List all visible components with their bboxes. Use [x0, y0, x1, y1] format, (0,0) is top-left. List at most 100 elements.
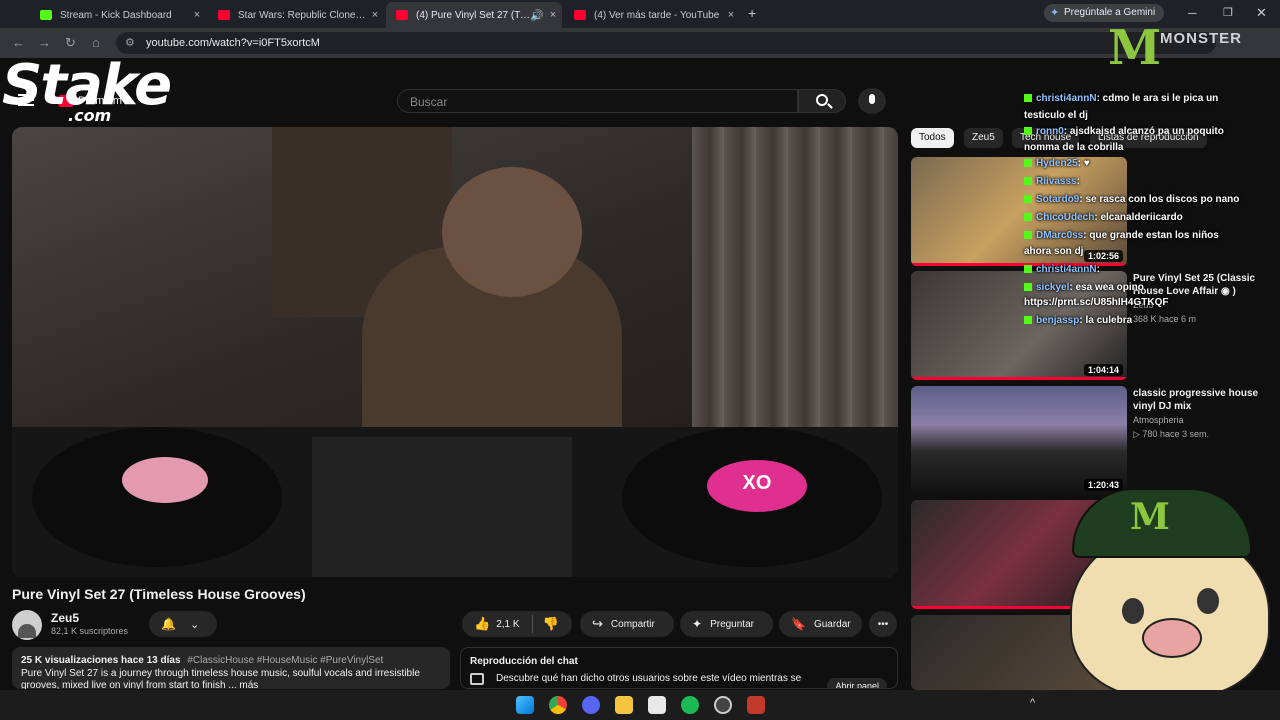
kick-badge-icon [1024, 177, 1032, 186]
chat-message: ronn0: ajsdkajsd alcanzó pa un poquito [1024, 126, 1224, 137]
voice-search-button[interactable] [858, 88, 886, 114]
recommendation-title[interactable]: classic progressive house vinyl DJ mix [1133, 387, 1263, 413]
close-icon[interactable]: × [544, 9, 562, 21]
kick-badge-icon [1024, 127, 1032, 136]
dislike-button[interactable]: 👎 [543, 616, 559, 632]
video-player[interactable]: XO [12, 127, 898, 577]
channel-name[interactable]: Zeu5 [51, 611, 79, 625]
more-actions-button[interactable]: ••• [869, 611, 897, 637]
app-icon[interactable] [714, 696, 732, 714]
ask-button[interactable]: ✦ Preguntar [680, 611, 773, 637]
subscriber-count: 82,1 K suscriptores [51, 626, 129, 636]
chevron-down-icon: ⌄ [189, 618, 200, 631]
system-tray-chevron-icon[interactable]: ^ [1030, 697, 1035, 709]
home-icon[interactable]: ⌂ [92, 35, 100, 50]
chat-message: DMarc0ss: que grande estan los niños [1024, 230, 1219, 241]
windows-start-icon[interactable] [516, 696, 534, 714]
chat-message: Riivasss: [1024, 176, 1080, 187]
tab-kick-dashboard[interactable]: Stream - Kick Dashboard × [30, 4, 206, 26]
kick-badge-icon [1024, 94, 1032, 103]
open-panel-button[interactable]: Abrir panel [827, 678, 887, 688]
site-info-icon[interactable]: ⚙ [125, 36, 135, 49]
search-input[interactable]: Buscar [397, 89, 798, 113]
chrome-icon[interactable] [549, 696, 567, 714]
new-tab-button[interactable]: + [748, 5, 756, 21]
monster-cap-logo-icon: M [1130, 496, 1170, 538]
hashtags[interactable]: #ClassicHouse #HouseMusic #PureVinylSet [187, 655, 383, 666]
thumbs-up-icon: 👍 [474, 616, 491, 631]
restore-button[interactable]: ❐ [1223, 6, 1233, 19]
avatar[interactable] [12, 610, 42, 640]
chat-message: nomma de la cobrilla [1024, 142, 1123, 153]
chat-text: ahora son dj [1024, 246, 1084, 257]
chat-username: DMarc0ss [1036, 230, 1084, 241]
gemini-icon: ✦ [1050, 7, 1060, 19]
monster-logo-icon: M [1108, 20, 1162, 76]
share-icon: ↪ [592, 616, 603, 631]
forward-icon[interactable]: → [38, 35, 51, 50]
stake-logo-overlay: Stake .com [2, 56, 172, 126]
view-stats: 25 K visualizaciones hace 13 días [21, 655, 181, 666]
like-button[interactable]: 👍 2,1 K [474, 616, 520, 632]
recommendation-title[interactable]: Pure Vinyl Set 25 (Classic House Love Af… [1133, 272, 1263, 298]
spotify-icon[interactable] [681, 696, 699, 714]
tab-star-wars[interactable]: Star Wars: Republic Clone Army × [208, 4, 384, 26]
back-icon[interactable]: ← [12, 35, 25, 50]
video-mixer [312, 437, 572, 577]
chat-text: : elcanalderiicardo [1094, 212, 1183, 223]
share-button[interactable]: ↪ Compartir [580, 611, 674, 637]
close-icon[interactable]: × [188, 9, 206, 21]
tab-ver-mas-tarde[interactable]: (4) Ver más tarde - YouTube × [564, 4, 740, 26]
chat-text: : se rasca con los discos po nano [1079, 194, 1240, 205]
youtube-icon [574, 10, 586, 20]
reload-icon[interactable]: ↻ [65, 35, 76, 51]
chat-username: benjassp [1036, 315, 1080, 326]
chat-text: : que grande estan los niños [1083, 230, 1219, 241]
close-icon[interactable]: × [722, 9, 740, 21]
url-field[interactable]: ⚙ youtube.com/watch?v=i0FT5xortcM [116, 32, 1216, 54]
search-button[interactable] [798, 89, 846, 113]
chat-replay-text: Descubre qué han dicho otros usuarios so… [496, 673, 802, 684]
minimize-button[interactable]: ─ [1188, 6, 1197, 20]
discord-icon[interactable] [582, 696, 600, 714]
chat-message: Hyden25: ♥ [1024, 158, 1090, 169]
chat-text: : [1096, 264, 1100, 275]
chip-zeu5[interactable]: Zeu5 [964, 128, 1003, 148]
window-close-button[interactable]: ✕ [1256, 5, 1267, 21]
chat-message: ahora son dj [1024, 246, 1083, 257]
media-app-icon[interactable] [648, 696, 666, 714]
youtube-icon [396, 10, 408, 20]
tab-pure-vinyl[interactable]: (4) Pure Vinyl Set 27 (Timele 🔊 × [386, 2, 562, 28]
chat-message: christi4annN: [1024, 264, 1100, 275]
description-more[interactable]: grooves, mixed live on vinyl from start … [21, 680, 441, 689]
chat-text: https://prnt.sc/U85hIH4GTKQF [1024, 297, 1169, 308]
video-title: Pure Vinyl Set 27 (Timeless House Groove… [12, 586, 306, 602]
chat-username: christi4annN [1036, 93, 1097, 104]
close-icon[interactable]: × [366, 9, 384, 21]
chat-text: : cdmo le ara si le pica un [1096, 93, 1219, 104]
chat-username: ChicoUdech [1036, 212, 1095, 223]
recommendation-meta: 368 K hace 6 m [1133, 314, 1197, 324]
cat-mascot-overlay: M [1052, 488, 1278, 698]
chat-message: testiculo el dj [1024, 110, 1088, 121]
kick-badge-icon [1024, 159, 1032, 168]
subscribe-bell-button[interactable]: 🔔 ⌄ [149, 611, 217, 637]
recommendation-channel[interactable]: Atmospheria [1133, 415, 1184, 425]
browser-tab-bar: Stream - Kick Dashboard × Star Wars: Rep… [0, 0, 1280, 28]
recommendation-thumbnail[interactable]: 1:20:43 [911, 386, 1127, 495]
chat-text: : esa wea opino [1069, 282, 1144, 293]
bell-icon: 🔔 [161, 617, 176, 631]
description-box[interactable]: 25 K visualizaciones hace 13 días #Class… [12, 647, 450, 689]
speaker-icon[interactable]: 🔊 [530, 9, 544, 22]
sparkle-icon: ✦ [692, 617, 703, 631]
chip-todos[interactable]: Todos [911, 128, 954, 148]
chat-text: nomma de la cobrilla [1024, 142, 1124, 153]
video-duration: 1:04:14 [1083, 364, 1123, 376]
kick-badge-icon [1024, 195, 1032, 204]
cat-eye-left-icon [1122, 598, 1144, 624]
recommendation-meta: ▷ 780 hace 3 sem. [1133, 429, 1209, 439]
app-icon[interactable] [747, 696, 765, 714]
file-explorer-icon[interactable] [615, 696, 633, 714]
chat-username: Riivasss [1036, 176, 1077, 187]
save-button[interactable]: 🔖 Guardar [779, 611, 862, 637]
